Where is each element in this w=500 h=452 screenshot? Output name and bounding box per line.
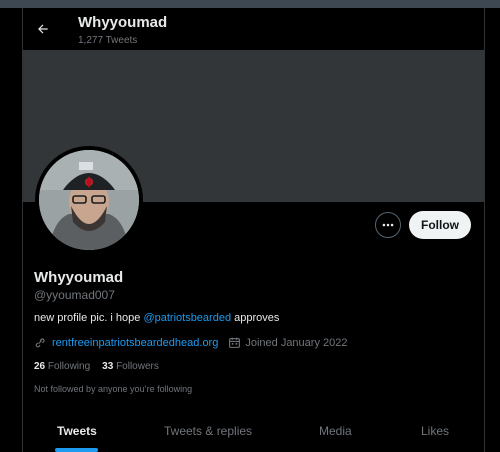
followers-label: Followers: [116, 361, 159, 372]
link-icon: [35, 338, 45, 348]
following-label: Following: [47, 361, 91, 372]
followers-count: 33: [102, 361, 114, 372]
back-arrow-icon: [38, 24, 48, 34]
profile-handle: @yyoumad007: [34, 288, 115, 302]
website-link[interactable]: rentfreeinpatriotsbeardedhead.org: [52, 337, 218, 349]
window-top-strip: [0, 0, 500, 8]
following-link[interactable]: 26 Following: [34, 361, 90, 372]
profile-name: Whyyoumad: [34, 269, 124, 286]
bio-text-after: approves: [231, 312, 280, 324]
tab-tweets[interactable]: Tweets: [57, 424, 97, 438]
follow-counts: 26 Following 33 Followers: [34, 361, 159, 372]
profile-bio: new profile pic. i hope @patriotsbearded…: [34, 312, 279, 324]
more-icon: [382, 223, 394, 227]
header-tweet-count: 1,277 Tweets: [78, 35, 138, 46]
follow-button[interactable]: Follow: [409, 211, 471, 239]
following-count: 26: [34, 361, 46, 372]
joined-date: Joined January 2022: [245, 336, 348, 349]
header-title: Whyyoumad: [78, 14, 168, 31]
more-options-button[interactable]: [375, 212, 401, 238]
profile-meta: rentfreeinpatriotsbeardedhead.org Joined…: [34, 336, 347, 349]
bio-mention-link[interactable]: @patriotsbearded: [143, 312, 231, 324]
followers-link[interactable]: 33 Followers: [102, 361, 159, 372]
profile-tabs: Tweets Tweets & replies Media Likes: [23, 410, 484, 452]
avatar[interactable]: [39, 150, 139, 250]
column-border-right: [484, 8, 485, 452]
not-followed-note: Not followed by anyone you’re following: [34, 384, 193, 394]
active-tab-indicator: [55, 448, 98, 452]
avatar-photo: [39, 150, 139, 250]
bio-text-before: new profile pic. i hope: [34, 312, 144, 324]
back-button[interactable]: [30, 16, 56, 42]
tab-tweets-and-replies[interactable]: Tweets & replies: [164, 424, 252, 438]
tab-media[interactable]: Media: [319, 424, 352, 438]
calendar-icon: [229, 337, 241, 348]
tab-likes[interactable]: Likes: [421, 424, 449, 438]
